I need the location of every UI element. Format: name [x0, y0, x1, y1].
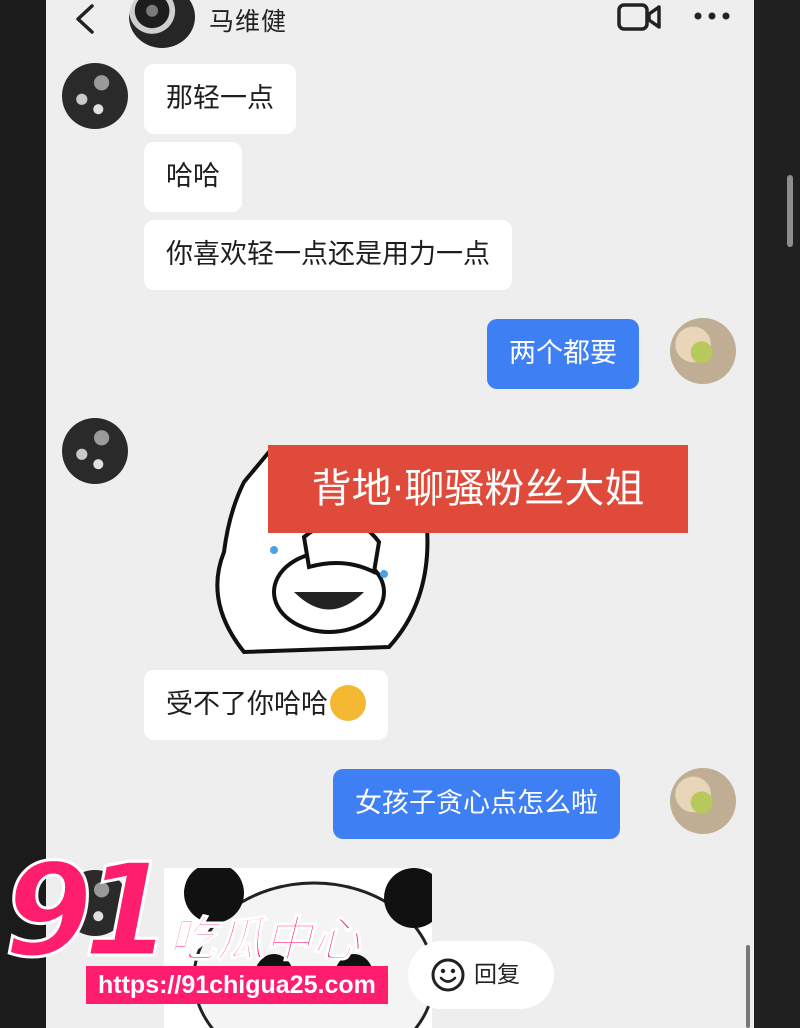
reply-button[interactable]: 回复: [408, 941, 554, 1009]
my-avatar[interactable]: [670, 768, 736, 834]
message-bubble[interactable]: 那轻一点: [144, 64, 296, 134]
reply-label: 回复: [474, 962, 520, 988]
contact-name: 马维健: [209, 7, 288, 36]
watermark-name: 吃瓜中心: [167, 911, 361, 969]
side-margin: [754, 0, 800, 1028]
contact-avatar[interactable]: [129, 0, 195, 48]
watermark-url: https://91chigua25.com: [86, 966, 388, 1004]
chevron-left-icon[interactable]: [66, 2, 106, 36]
message-bubble[interactable]: 你喜欢轻一点还是用力一点: [144, 220, 512, 290]
message-bubble[interactable]: 受不了你哈哈: [144, 670, 388, 740]
contact-avatar[interactable]: [62, 418, 128, 484]
smile-icon: [431, 958, 465, 992]
message-bubble-sent[interactable]: 两个都要: [487, 319, 639, 389]
watermark-number: 91: [2, 837, 173, 986]
sticker-caption-banner: 背地·聊骚粉丝大姐: [268, 445, 688, 533]
message-bubble[interactable]: 哈哈: [144, 142, 242, 212]
video-call-icon[interactable]: [616, 2, 662, 32]
my-avatar[interactable]: [670, 318, 736, 384]
chat-header: 马维健: [46, 0, 754, 48]
message-text: 受不了你哈哈: [166, 689, 328, 720]
more-horizontal-icon[interactable]: [692, 6, 732, 26]
message-bubble-sent[interactable]: 女孩子贪心点怎么啦: [333, 769, 620, 839]
grinning-face-icon: [330, 684, 366, 721]
scrollbar-thumb[interactable]: [787, 175, 793, 247]
contact-avatar[interactable]: [62, 63, 128, 129]
chat-scrollbar-thumb[interactable]: [746, 945, 750, 1028]
